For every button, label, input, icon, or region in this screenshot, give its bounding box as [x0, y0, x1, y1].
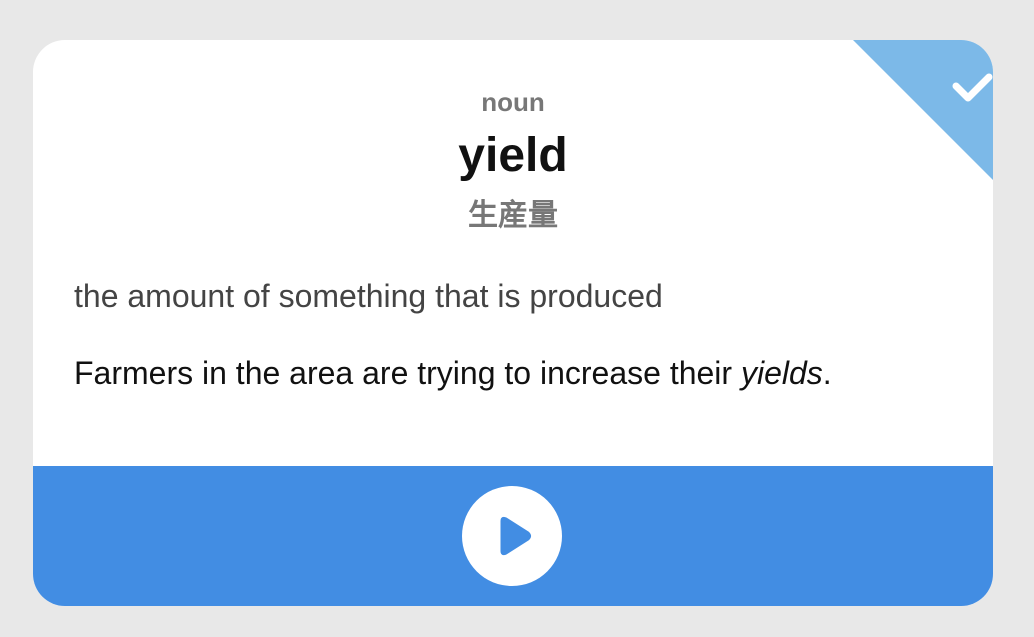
- play-icon: [500, 516, 531, 556]
- example-text: Farmers in the area are trying to increa…: [74, 355, 741, 391]
- play-audio-button[interactable]: [462, 486, 562, 586]
- example-highlight: yields: [740, 355, 823, 391]
- translation: 生産量: [468, 198, 558, 233]
- audio-bar: [33, 466, 993, 606]
- headword: yield: [458, 129, 568, 182]
- example-end: .: [822, 355, 832, 391]
- example-sentence: Farmers in the area are trying to increa…: [74, 351, 832, 395]
- definition: the amount of something that is produced: [74, 278, 663, 314]
- word-card: noun yield 生産量 the amount of something t…: [33, 40, 993, 606]
- part-of-speech: noun: [481, 87, 545, 117]
